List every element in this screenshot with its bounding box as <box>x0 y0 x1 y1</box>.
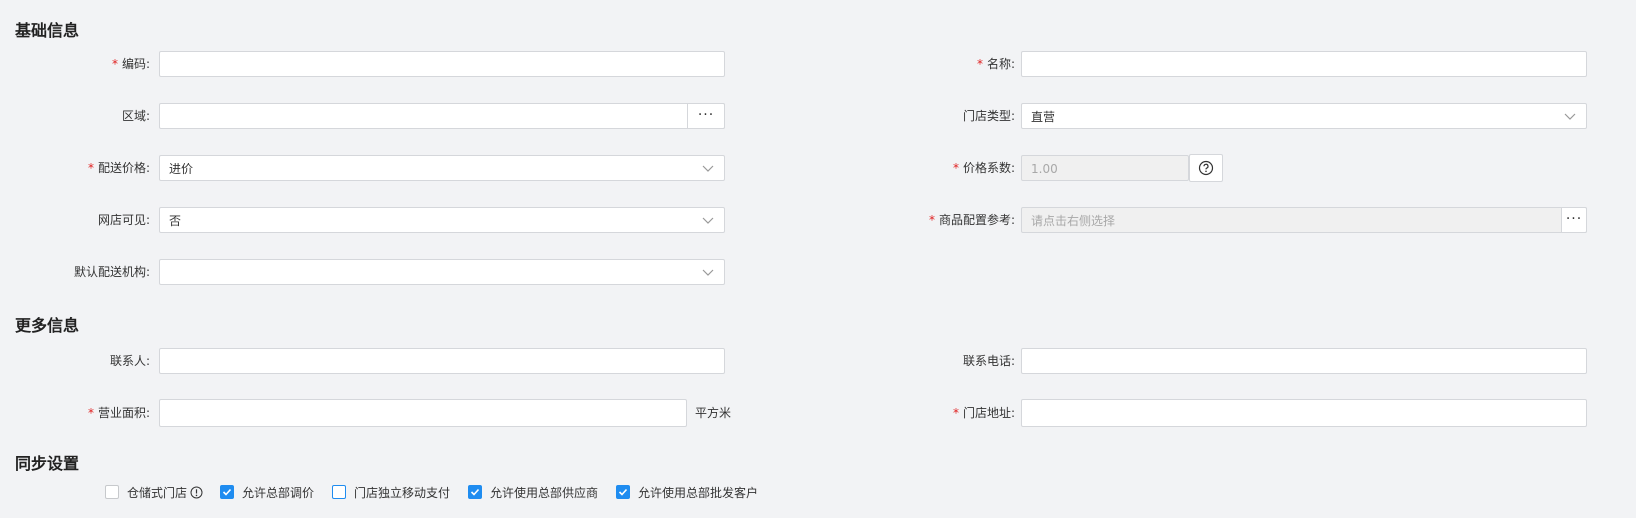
check-icon <box>470 488 480 496</box>
sync-option-allow-hq-wholesale-customer[interactable]: 允许使用总部批发客户 <box>616 483 758 501</box>
name-input[interactable] <box>1021 51 1587 77</box>
area-unit: 平方米 <box>695 406 732 420</box>
default-delivery-org-label: 默认配送机构: <box>73 265 150 279</box>
chevron-down-icon <box>702 269 714 276</box>
sync-option-allow-hq-supplier[interactable]: 允许使用总部供应商 <box>468 483 598 501</box>
region-label: 区域: <box>121 109 150 123</box>
phone-label: 联系电话: <box>962 354 1015 368</box>
section-title-basic: 基础信息 <box>15 21 80 40</box>
store-type-label: 门店类型: <box>962 109 1015 123</box>
contact-label: 联系人: <box>109 354 150 368</box>
area-input[interactable] <box>159 399 687 427</box>
store-type-select[interactable]: 直营 <box>1021 103 1587 129</box>
price-factor-help-button[interactable] <box>1189 154 1223 182</box>
sync-option-warehouse-store[interactable]: 仓储式门店 <box>105 483 203 501</box>
area-label: * 营业面积: <box>87 406 150 420</box>
goods-config-ref-input[interactable]: 请点击右侧选择 ··· <box>1021 207 1587 233</box>
phone-input[interactable] <box>1021 348 1587 374</box>
sync-option-allow-hq-price-adjust[interactable]: 允许总部调价 <box>220 483 314 501</box>
question-circle-icon <box>1198 160 1214 176</box>
goods-config-ref-label: * 商品配置参考: <box>928 213 1015 227</box>
address-input[interactable] <box>1021 399 1587 427</box>
section-title-sync: 同步设置 <box>15 454 80 473</box>
sync-option-independent-mobile-pay[interactable]: 门店独立移动支付 <box>332 483 450 501</box>
checkbox-checked[interactable] <box>220 485 234 499</box>
name-label: * 名称: <box>976 57 1015 71</box>
checkbox[interactable] <box>332 485 346 499</box>
default-delivery-org-select[interactable] <box>159 259 725 285</box>
checkbox-checked[interactable] <box>616 485 630 499</box>
checkbox-checked[interactable] <box>468 485 482 499</box>
info-circle-icon <box>190 486 203 498</box>
online-visible-select[interactable]: 否 <box>159 207 725 233</box>
goods-config-ref-select-button[interactable]: ··· <box>1561 207 1587 233</box>
section-title-more: 更多信息 <box>15 316 80 335</box>
address-label: * 门店地址: <box>952 406 1015 420</box>
checkbox[interactable] <box>105 485 119 499</box>
chevron-down-icon <box>702 217 714 224</box>
code-input[interactable] <box>159 51 725 77</box>
online-visible-label: 网店可见: <box>97 213 150 227</box>
code-label: * 编码: <box>111 57 150 71</box>
region-select-button[interactable]: ··· <box>687 103 725 129</box>
delivery-price-select[interactable]: 进价 <box>159 155 725 181</box>
contact-input[interactable] <box>159 348 725 374</box>
price-factor-label: * 价格系数: <box>952 161 1015 175</box>
check-icon <box>618 488 628 496</box>
chevron-down-icon <box>1564 113 1576 120</box>
chevron-down-icon <box>702 165 714 172</box>
delivery-price-label: * 配送价格: <box>87 161 150 175</box>
region-input[interactable]: ··· <box>159 103 725 129</box>
check-icon <box>222 488 232 496</box>
price-factor-input[interactable]: 1.00 <box>1021 155 1189 181</box>
